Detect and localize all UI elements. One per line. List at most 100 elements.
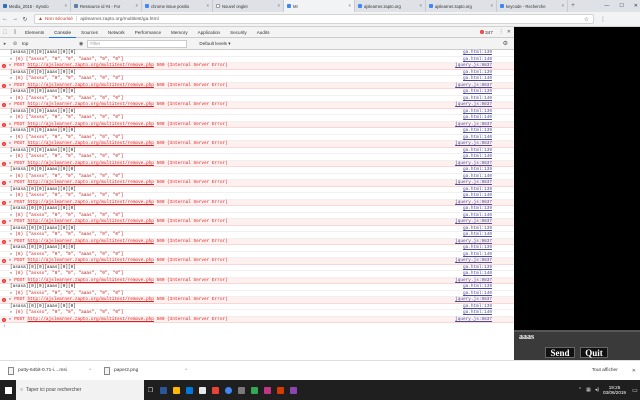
- game-canvas[interactable]: aaas Send Quit: [514, 27, 640, 360]
- device-toolbar-icon[interactable]: ▯: [10, 29, 20, 35]
- browser-tab[interactable]: ajslearner.zapto.org ×: [355, 0, 426, 12]
- log-levels-dropdown[interactable]: Default levels ▾: [199, 41, 230, 47]
- request-url-link[interactable]: http://ajslearner.zapto.org/multitest/re…: [27, 122, 153, 127]
- request-url-link[interactable]: http://ajslearner.zapto.org/multitest/re…: [27, 141, 153, 146]
- request-url-link[interactable]: http://ajslearner.zapto.org/multitest/re…: [27, 63, 153, 68]
- tab-performance[interactable]: Performance: [130, 27, 166, 38]
- close-icon[interactable]: ×: [207, 3, 209, 8]
- devtools-menu-icon[interactable]: ⋮: [499, 29, 504, 35]
- tab-elements[interactable]: Elements: [20, 27, 49, 38]
- network-icon[interactable]: ▦: [586, 387, 591, 393]
- close-icon[interactable]: ✕: [632, 368, 636, 374]
- browser-tab[interactable]: MI ×: [284, 0, 355, 12]
- chevron-up-icon[interactable]: ⌃: [184, 368, 188, 374]
- close-icon[interactable]: ×: [65, 3, 67, 8]
- close-icon[interactable]: ×: [562, 3, 564, 8]
- new-tab-icon[interactable]: +: [568, 0, 578, 12]
- quit-button[interactable]: Quit: [580, 347, 608, 358]
- context-selector[interactable]: top: [20, 41, 75, 46]
- close-icon[interactable]: ×: [349, 3, 351, 8]
- console-prompt-row[interactable]: ›: [0, 323, 514, 330]
- close-icon[interactable]: ✕: [634, 3, 638, 9]
- forward-icon[interactable]: →: [10, 16, 20, 22]
- url-input[interactable]: ▲ Non sécurisé | ajslearner.zapto.org/mu…: [34, 14, 594, 24]
- request-url-link[interactable]: http://ajslearner.zapto.org/multitest/re…: [27, 278, 153, 283]
- tab-network[interactable]: Network: [103, 27, 130, 38]
- browser-menu-icon[interactable]: ⋮: [600, 16, 606, 23]
- error-count-badge[interactable]: × 347: [480, 30, 493, 35]
- download-item[interactable]: putty-64bit-0.71-i....msi ⌃: [8, 366, 96, 375]
- request-url-link[interactable]: http://ajslearner.zapto.org/multitest/re…: [27, 317, 153, 322]
- tab-security[interactable]: Security: [225, 27, 252, 38]
- request-url-link[interactable]: http://ajslearner.zapto.org/multitest/re…: [27, 180, 153, 185]
- taskbar-app-icon[interactable]: [261, 380, 274, 400]
- close-icon[interactable]: ×: [278, 3, 280, 8]
- taskbar-app-icon[interactable]: [222, 380, 235, 400]
- tab-memory[interactable]: Memory: [166, 27, 193, 38]
- error-icon: ×: [2, 298, 6, 303]
- tab-audits[interactable]: Audits: [252, 27, 275, 38]
- request-url-link[interactable]: http://ajslearner.zapto.org/multitest/re…: [27, 200, 153, 205]
- taskbar-app-icon[interactable]: [235, 380, 248, 400]
- tab-sources[interactable]: Sources: [76, 27, 103, 38]
- array-value: (6) ["asxsx", "0", "0", "aaas", "0", "0"…: [15, 193, 124, 198]
- live-expression-eye-icon[interactable]: ◉: [79, 41, 83, 47]
- tab-application[interactable]: Application: [193, 27, 225, 38]
- browser-tab[interactable]: chrome issue positio ×: [142, 0, 213, 12]
- gear-icon[interactable]: ⚙: [503, 40, 508, 47]
- close-icon[interactable]: ×: [136, 3, 138, 8]
- clock[interactable]: 19:25 03/06/2019: [603, 385, 626, 396]
- taskbar-app-icon[interactable]: [183, 380, 196, 400]
- console-filter-input[interactable]: Filter: [87, 39, 188, 48]
- request-url-link[interactable]: http://ajslearner.zapto.org/multitest/re…: [27, 239, 153, 244]
- tab-console[interactable]: Console: [49, 27, 77, 38]
- task-view-icon[interactable]: ❐: [144, 380, 157, 400]
- show-all-downloads-button[interactable]: Tout afficher: [592, 368, 618, 373]
- favicon-icon: [287, 4, 291, 8]
- taskbar-app-icon[interactable]: [157, 380, 170, 400]
- drawer-toggle-icon[interactable]: ▸: [0, 41, 10, 47]
- taskbar-app-icon[interactable]: [248, 380, 261, 400]
- taskbar-app-icon[interactable]: [170, 380, 183, 400]
- request-url-link[interactable]: http://ajslearner.zapto.org/multitest/re…: [27, 219, 153, 224]
- close-icon[interactable]: ✕: [507, 29, 511, 35]
- chevron-up-icon[interactable]: ⌃: [88, 368, 92, 374]
- start-button[interactable]: [0, 380, 16, 400]
- close-icon[interactable]: ×: [491, 3, 493, 8]
- request-url-link[interactable]: http://ajslearner.zapto.org/multitest/re…: [27, 102, 153, 107]
- send-button[interactable]: Send: [545, 347, 575, 358]
- app-glyph-icon: [160, 386, 167, 394]
- notifications-icon[interactable]: ▭: [630, 387, 640, 394]
- taskbar-app-icon[interactable]: [196, 380, 209, 400]
- minimize-icon[interactable]: —: [604, 3, 609, 9]
- download-item[interactable]: paper2.png ⌃: [104, 366, 192, 375]
- maximize-icon[interactable]: ☐: [619, 3, 623, 9]
- http-status: 500 (Internal Server Error): [156, 121, 228, 127]
- bookmark-star-icon[interactable]: ☆: [584, 16, 589, 23]
- clear-console-icon[interactable]: ⊘: [10, 41, 20, 47]
- console-log[interactable]: [asasa][0][0][aaas][0][0] ga.html:139 ▸ (6…: [0, 50, 514, 360]
- http-method: POST: [14, 238, 25, 244]
- request-url-link[interactable]: http://ajslearner.zapto.org/multitest/re…: [27, 258, 153, 263]
- browser-tab[interactable]: Media_2015 - Synolo ×: [0, 0, 71, 12]
- close-icon[interactable]: ×: [420, 3, 422, 8]
- array-value: (6) ["asxsx", "0", "0", "aaas", "0", "0"…: [15, 232, 124, 237]
- tray-arrow-icon[interactable]: ⌃: [578, 387, 582, 393]
- taskbar-app-icon[interactable]: [287, 380, 300, 400]
- browser-tab[interactable]: keycode - Recherche ×: [497, 0, 568, 12]
- volume-icon[interactable]: ◂): [595, 387, 599, 393]
- http-status: 500 (Internal Server Error): [156, 277, 228, 283]
- taskbar-search-input[interactable]: ○ Taper ici pour rechercher: [16, 380, 144, 400]
- back-icon[interactable]: ←: [0, 16, 10, 22]
- inspect-element-icon[interactable]: ⬚: [0, 29, 10, 35]
- request-url-link[interactable]: http://ajslearner.zapto.org/multitest/re…: [27, 83, 153, 88]
- taskbar-app-icon[interactable]: [274, 380, 287, 400]
- browser-tab[interactable]: Ressource id #4 - For ×: [71, 0, 142, 12]
- browser-tab[interactable]: ajslearner.zapto.org ×: [426, 0, 497, 12]
- reload-icon[interactable]: ↻: [20, 16, 30, 23]
- search-icon: ○: [20, 387, 24, 393]
- taskbar-app-icon[interactable]: [209, 380, 222, 400]
- browser-tab[interactable]: Nouvel onglet ×: [213, 0, 284, 12]
- request-url-link[interactable]: http://ajslearner.zapto.org/multitest/re…: [27, 161, 153, 166]
- request-url-link[interactable]: http://ajslearner.zapto.org/multitest/re…: [27, 297, 153, 302]
